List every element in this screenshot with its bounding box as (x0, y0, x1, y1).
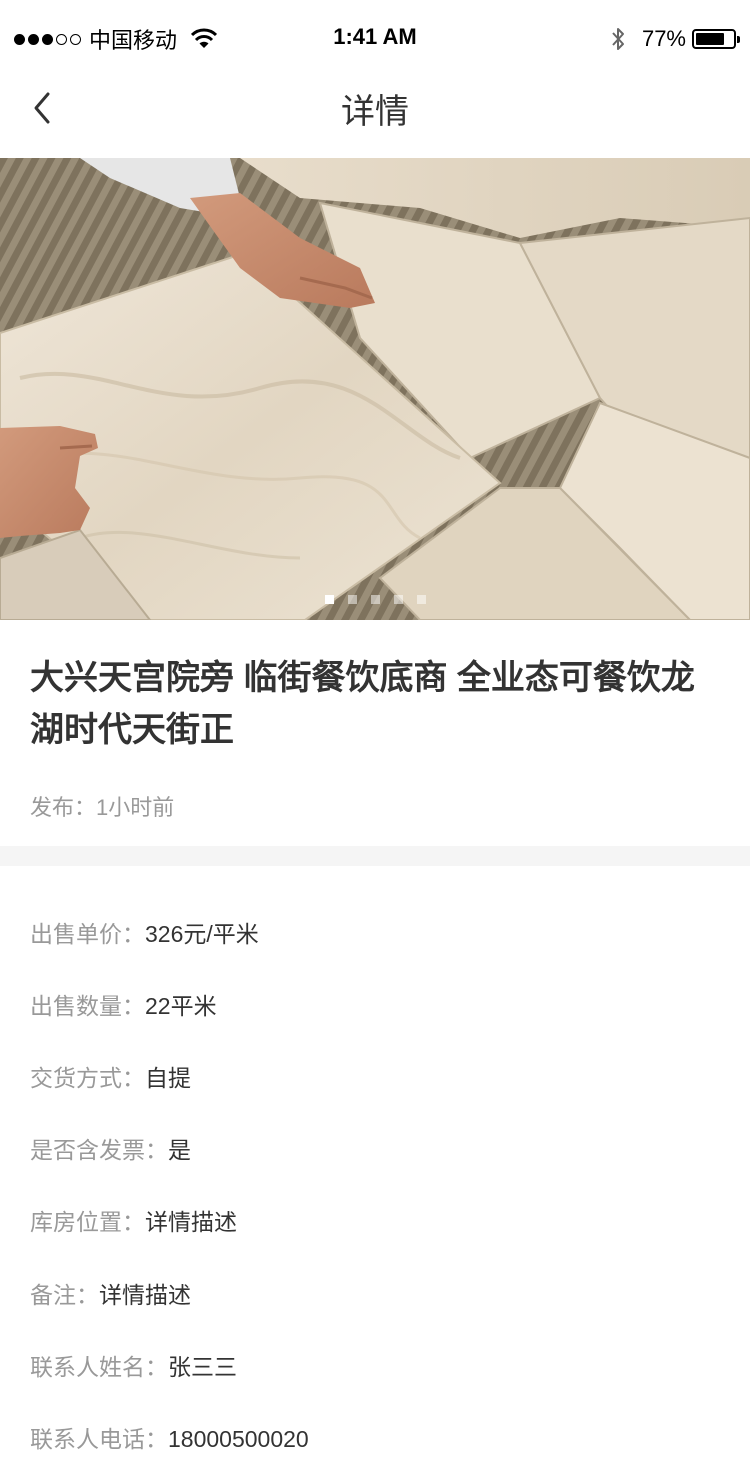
image-carousel[interactable] (0, 158, 750, 620)
listing-header: 大兴天宫院旁 临街餐饮底商 全业态可餐饮龙湖时代天街正 发布：1小时前 (0, 620, 750, 846)
detail-value: 22平米 (145, 993, 217, 1019)
detail-label: 联系人姓名： (30, 1354, 168, 1380)
detail-row-delivery: 交货方式：自提 (30, 1060, 191, 1096)
carousel-dot[interactable] (347, 595, 357, 604)
detail-row-warehouse: 库房位置：详情描述 (30, 1204, 237, 1240)
detail-value: 是 (168, 1137, 191, 1163)
detail-label: 交货方式： (30, 1065, 145, 1091)
detail-row-contact-phone[interactable]: 联系人电话：18000500020 (30, 1421, 309, 1457)
carousel-dot[interactable] (393, 595, 403, 604)
detail-label: 是否含发票： (30, 1137, 168, 1163)
phone-link[interactable]: 18000500020 (168, 1426, 309, 1452)
detail-row-remarks: 备注：详情描述 (30, 1277, 191, 1313)
tile-installation-photo (0, 158, 750, 620)
detail-label: 出售单价： (30, 921, 145, 947)
page-title: 详情 (341, 93, 409, 131)
section-divider (0, 846, 750, 866)
battery-percent: 77% (641, 26, 686, 51)
carousel-dot[interactable] (370, 595, 380, 604)
status-bar: 中国移动 1:41 AM 77% (0, 0, 750, 80)
bluetooth-icon (612, 28, 624, 50)
detail-row-unit-price: 出售单价：326元/平米 (30, 916, 259, 952)
detail-value: 张三三 (168, 1354, 237, 1380)
detail-value: 326元/平米 (145, 921, 259, 947)
carousel-dot[interactable] (324, 595, 334, 604)
detail-label: 联系人电话： (30, 1426, 168, 1452)
publish-time: 发布：1小时前 (30, 790, 174, 822)
navigation-bar: 详情 (0, 80, 750, 158)
detail-value: 自提 (145, 1065, 191, 1091)
detail-label: 出售数量： (30, 993, 145, 1019)
battery-icon (692, 29, 740, 49)
detail-value: 详情描述 (99, 1282, 191, 1308)
status-bar-right: 77% (610, 22, 740, 56)
carousel-indicators (0, 595, 750, 604)
detail-row-quantity: 出售数量：22平米 (30, 988, 217, 1024)
detail-label: 备注： (30, 1282, 99, 1308)
detail-value: 详情描述 (145, 1209, 237, 1235)
detail-row-contact-name: 联系人姓名：张三三 (30, 1349, 237, 1385)
listing-title: 大兴天宫院旁 临街餐饮底商 全业态可餐饮龙湖时代天街正 (30, 659, 695, 749)
publish-value: 1小时前 (96, 795, 175, 820)
carousel-dot[interactable] (416, 595, 426, 604)
detail-label: 库房位置： (30, 1209, 145, 1235)
detail-row-invoice: 是否含发票：是 (30, 1132, 191, 1168)
publish-label: 发布： (30, 795, 97, 820)
